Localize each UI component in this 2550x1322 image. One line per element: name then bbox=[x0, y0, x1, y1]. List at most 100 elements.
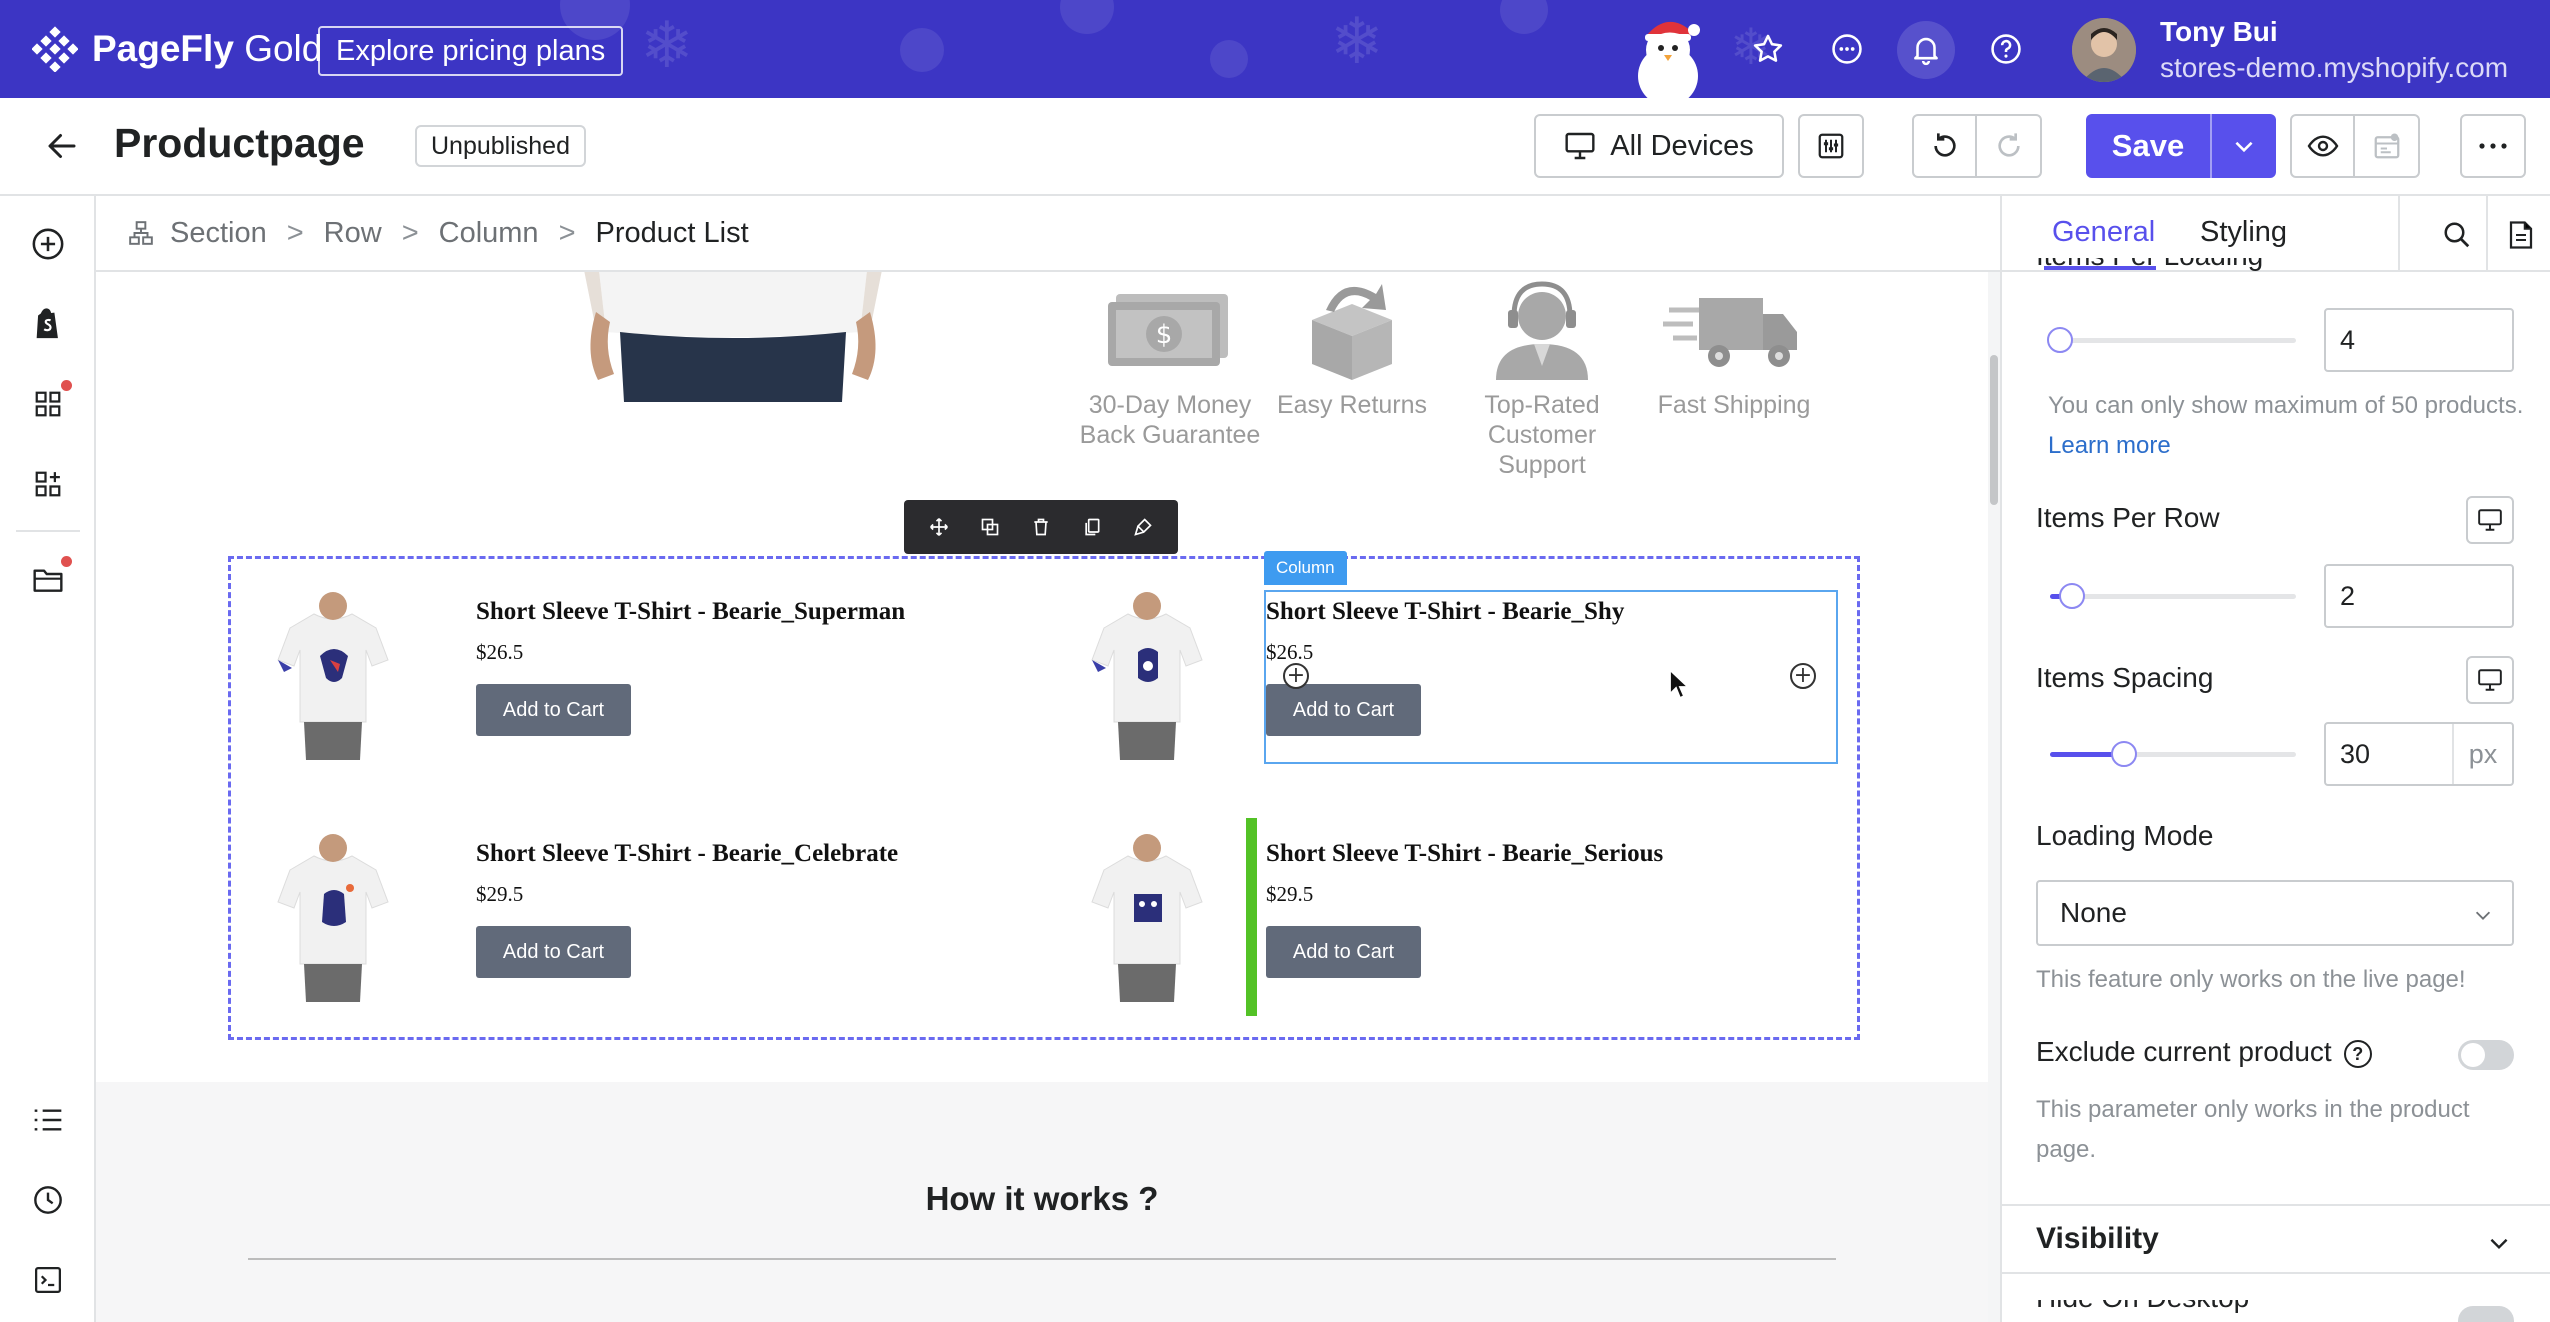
add-to-cart-button[interactable]: Add to Cart bbox=[476, 684, 631, 736]
slider-thumb[interactable] bbox=[2047, 327, 2073, 353]
all-devices-label: All Devices bbox=[1610, 129, 1754, 162]
selected-column-outline[interactable] bbox=[1264, 590, 1838, 764]
user-store[interactable]: stores-demo.myshopify.com bbox=[2160, 52, 2508, 84]
history-clock-icon[interactable] bbox=[28, 1180, 68, 1220]
back-arrow-icon[interactable] bbox=[44, 128, 80, 169]
how-it-works-title[interactable]: How it works ? bbox=[96, 1180, 1988, 1218]
layers-list-icon[interactable] bbox=[28, 1100, 68, 1140]
all-devices-button[interactable]: All Devices bbox=[1534, 114, 1784, 178]
add-to-cart-button[interactable]: Add to Cart bbox=[1266, 926, 1421, 978]
help-icon[interactable] bbox=[1985, 28, 2027, 70]
canvas-scrollbar-thumb[interactable] bbox=[1990, 355, 1998, 505]
slider-thumb[interactable] bbox=[2059, 583, 2085, 609]
search-icon[interactable] bbox=[2436, 214, 2478, 256]
product-name[interactable]: Short Sleeve T-Shirt - Bearie_Superman bbox=[476, 598, 905, 626]
breadcrumb-row[interactable]: Row bbox=[324, 217, 382, 250]
slider-thumb[interactable] bbox=[2111, 741, 2137, 767]
settings-sliders-button[interactable] bbox=[1798, 114, 1864, 178]
product-name[interactable]: Short Sleeve T-Shirt - Bearie_Celebrate bbox=[476, 840, 898, 868]
column-tag[interactable]: Column bbox=[1264, 551, 1347, 585]
chevron-down-icon bbox=[2235, 141, 2253, 153]
user-name[interactable]: Tony Bui bbox=[2160, 16, 2278, 48]
product-name[interactable]: Short Sleeve T-Shirt - Bearie_Serious bbox=[1266, 840, 1663, 868]
more-menu-button[interactable] bbox=[2460, 114, 2526, 178]
save-options-button[interactable] bbox=[2210, 114, 2276, 178]
toggle-knob bbox=[2461, 1043, 2485, 1067]
breadcrumb-column[interactable]: Column bbox=[439, 217, 539, 250]
add-element-plus-icon[interactable]: + bbox=[1790, 663, 1816, 689]
product-image bbox=[277, 592, 389, 760]
items-per-row-input[interactable]: 2 bbox=[2324, 564, 2514, 628]
avatar[interactable] bbox=[2072, 18, 2136, 82]
publish-button[interactable] bbox=[2355, 116, 2418, 176]
tab-styling[interactable]: Styling bbox=[2200, 216, 2287, 249]
loading-mode-select[interactable]: None bbox=[2036, 880, 2514, 946]
save-button[interactable]: Save bbox=[2086, 114, 2210, 178]
add-element-plus-icon[interactable]: + bbox=[1283, 663, 1309, 689]
product-price: $29.5 bbox=[476, 882, 524, 906]
move-icon[interactable] bbox=[929, 517, 949, 537]
save-button-group: Save bbox=[2086, 114, 2276, 178]
product-image bbox=[277, 834, 389, 1002]
breadcrumb-section[interactable]: Section bbox=[170, 217, 267, 250]
loading-mode-value: None bbox=[2060, 897, 2127, 928]
items-spacing-label: Items Spacing bbox=[2036, 662, 2214, 693]
settings-panel: General Styling Items Per Loading 4 You … bbox=[2000, 196, 2550, 1322]
tab-general[interactable]: General bbox=[2052, 216, 2155, 249]
star-icon[interactable] bbox=[1747, 28, 1789, 70]
preview-button[interactable] bbox=[2292, 116, 2356, 176]
breadcrumb-separator: > bbox=[286, 216, 304, 249]
editor-canvas[interactable]: $ 30-Day Money Back Guarantee Easy Retur… bbox=[96, 272, 1988, 1322]
undo-redo-group bbox=[1912, 114, 2042, 178]
pagefly-logo[interactable]: PageFly Gold bbox=[32, 26, 322, 72]
copy-icon[interactable] bbox=[1082, 517, 1102, 537]
feature-label: Customer Support bbox=[1487, 421, 1597, 479]
snow-decoration bbox=[1500, 0, 1548, 34]
document-icon[interactable] bbox=[2500, 214, 2542, 256]
visibility-title[interactable]: Visibility bbox=[2036, 1222, 2159, 1256]
items-per-loading-input[interactable]: 4 bbox=[2324, 308, 2514, 372]
responsive-desktop-icon[interactable] bbox=[2466, 656, 2514, 704]
undo-button[interactable] bbox=[1914, 116, 1978, 176]
unit-label: px bbox=[2452, 724, 2512, 784]
learn-more-link[interactable]: Learn more bbox=[2048, 432, 2171, 459]
hide-on-desktop-label: Hide On Desktop bbox=[2036, 1300, 2249, 1322]
max-products-help: You can only show maximum of 50 products… bbox=[2048, 386, 2538, 466]
chevron-down-icon bbox=[2475, 911, 2491, 920]
loading-mode-help: This feature only works on the live page… bbox=[2036, 966, 2466, 993]
add-to-cart-button[interactable]: Add to Cart bbox=[476, 926, 631, 978]
duplicate-icon[interactable] bbox=[980, 517, 1000, 537]
items-per-row-slider[interactable] bbox=[2050, 583, 2296, 609]
feature-easy-returns: Easy Returns bbox=[1252, 280, 1452, 420]
explore-pricing-button[interactable]: Explore pricing plans bbox=[318, 26, 624, 76]
drop-indicator bbox=[1246, 818, 1257, 1016]
bell-icon[interactable] bbox=[1905, 28, 1947, 70]
trash-icon[interactable] bbox=[1031, 517, 1051, 537]
mouse-cursor-icon bbox=[1669, 668, 1691, 700]
code-terminal-icon[interactable] bbox=[28, 1260, 68, 1300]
status-badge: Unpublished bbox=[415, 125, 586, 167]
items-spacing-value[interactable]: 30 bbox=[2326, 724, 2452, 784]
hide-on-desktop-toggle[interactable] bbox=[2458, 1306, 2514, 1322]
items-spacing-input[interactable]: 30 px bbox=[2324, 722, 2514, 786]
chevron-down-icon[interactable] bbox=[2486, 1230, 2512, 1256]
preview-group bbox=[2290, 114, 2420, 178]
items-spacing-slider[interactable] bbox=[2050, 741, 2296, 767]
pagefly-logo-icon bbox=[32, 26, 78, 72]
eye-icon bbox=[2307, 135, 2338, 157]
sections-icon[interactable] bbox=[28, 380, 72, 424]
items-per-loading-slider[interactable] bbox=[2047, 327, 2296, 353]
redo-button[interactable] bbox=[1977, 116, 2040, 176]
product-price: $29.5 bbox=[1266, 882, 1314, 906]
more-icon bbox=[2479, 143, 2507, 149]
shopify-icon[interactable] bbox=[28, 304, 68, 344]
question-help-icon[interactable]: ? bbox=[2343, 1039, 2372, 1068]
notification-dot bbox=[61, 556, 72, 567]
responsive-desktop-icon[interactable] bbox=[2466, 496, 2514, 544]
add-section-icon[interactable] bbox=[28, 464, 68, 504]
add-element-icon[interactable] bbox=[28, 224, 68, 264]
folder-icon[interactable] bbox=[28, 556, 72, 600]
chat-icon[interactable] bbox=[1826, 28, 1868, 70]
paint-brush-icon[interactable] bbox=[1133, 517, 1153, 537]
exclude-current-product-toggle[interactable] bbox=[2458, 1040, 2514, 1070]
